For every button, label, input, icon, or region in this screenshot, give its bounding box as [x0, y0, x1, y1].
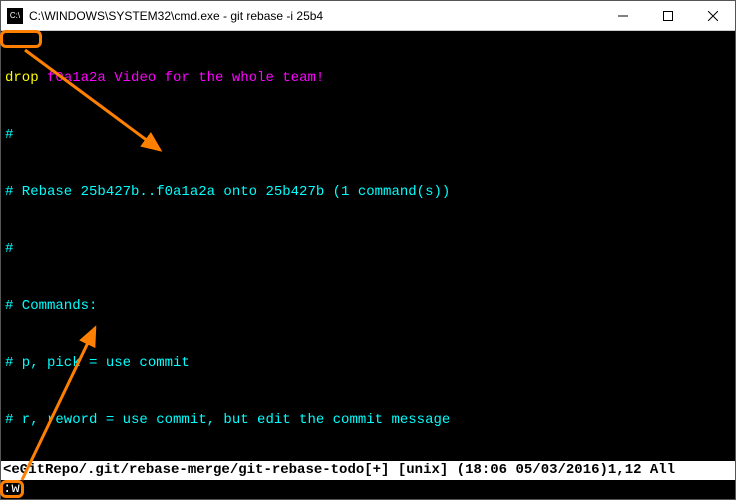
comment-line: # r, reword = use commit, but edit the c… — [5, 411, 731, 430]
comment-line: # — [5, 240, 731, 259]
maximize-button[interactable] — [645, 1, 690, 30]
cmd-window: C:\ C:\WINDOWS\SYSTEM32\cmd.exe - git re… — [0, 0, 736, 500]
cmd-icon: C:\ — [7, 8, 23, 24]
window-title: C:\WINDOWS\SYSTEM32\cmd.exe - git rebase… — [29, 9, 600, 23]
maximize-icon — [663, 11, 673, 21]
minimize-icon — [618, 11, 628, 21]
rebase-action: drop — [5, 69, 39, 88]
vim-statusbar: <eGitRepo/.git/rebase-merge/git-rebase-t… — [1, 461, 735, 480]
comment-line: # — [5, 126, 731, 145]
commit-message: Video for the whole team! — [114, 70, 324, 86]
window-controls — [600, 1, 735, 30]
vim-cmdline[interactable]: :w — [1, 480, 735, 499]
comment-line: # p, pick = use commit — [5, 354, 731, 373]
terminal-content[interactable]: drop f0a1a2a Video for the whole team! #… — [1, 31, 735, 461]
close-icon — [708, 11, 718, 21]
comment-line: # Commands: — [5, 297, 731, 316]
titlebar[interactable]: C:\ C:\WINDOWS\SYSTEM32\cmd.exe - git re… — [1, 1, 735, 31]
commit-hash: f0a1a2a — [47, 70, 106, 86]
comment-line: # Rebase 25b427b..f0a1a2a onto 25b427b (… — [5, 183, 731, 202]
close-button[interactable] — [690, 1, 735, 30]
minimize-button[interactable] — [600, 1, 645, 30]
